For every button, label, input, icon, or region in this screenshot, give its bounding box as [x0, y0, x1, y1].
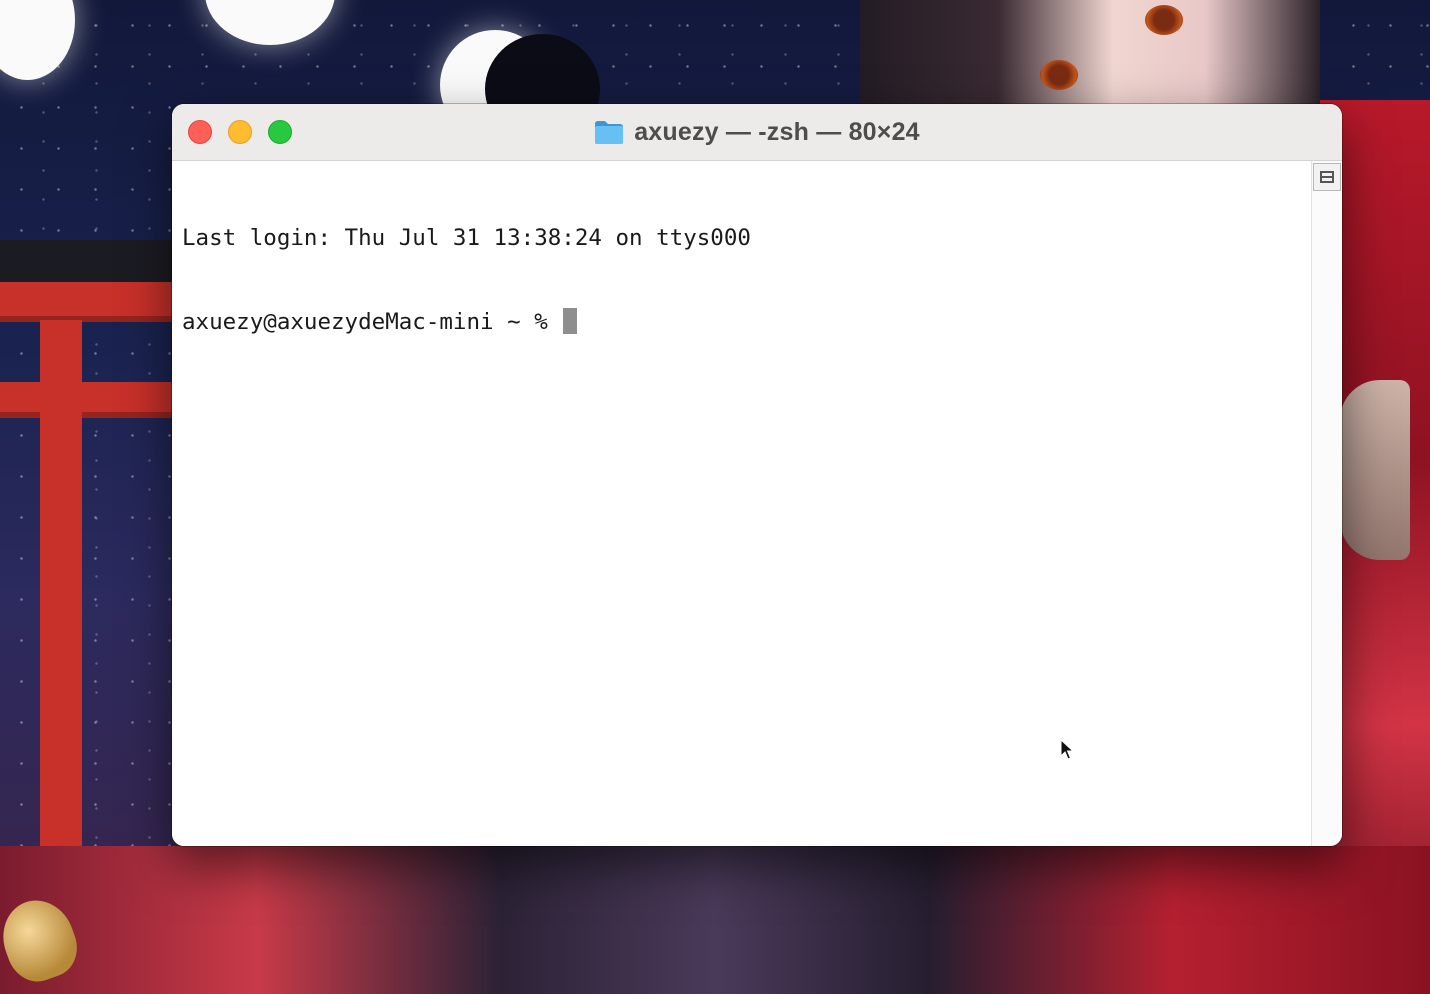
wallpaper-figure: [860, 0, 1320, 106]
wallpaper-torii-beam: [0, 382, 172, 418]
wallpaper-torii-beam: [0, 282, 172, 322]
wallpaper-torii-pillar: [40, 320, 82, 880]
folder-icon: [594, 119, 624, 145]
window-title-group: axuezy — -zsh — 80×24: [172, 104, 1342, 160]
terminal-scrollbar[interactable]: [1311, 161, 1342, 846]
mouse-pointer-icon: [1060, 739, 1074, 760]
window-titlebar[interactable]: axuezy — -zsh — 80×24: [172, 104, 1342, 161]
wallpaper-figure-eye: [1040, 60, 1078, 90]
desktop: axuezy — -zsh — 80×24 Last login: Thu Ju…: [0, 0, 1430, 994]
terminal-window[interactable]: axuezy — -zsh — 80×24 Last login: Thu Ju…: [172, 104, 1342, 846]
wallpaper-figure-ornament: [1340, 380, 1410, 560]
terminal-line-last-login: Last login: Thu Jul 31 13:38:24 on ttys0…: [182, 225, 751, 251]
terminal-output[interactable]: Last login: Thu Jul 31 13:38:24 on ttys0…: [172, 161, 1312, 846]
wallpaper-torii-top: [0, 240, 172, 285]
text-cursor: [563, 308, 578, 334]
wallpaper-bottom-scene: [0, 846, 1430, 994]
window-title: axuezy — -zsh — 80×24: [634, 117, 920, 146]
wallpaper-figure-eye: [1145, 5, 1183, 35]
shell-prompt: axuezy@axuezydeMac-mini ~ %: [182, 309, 562, 335]
split-pane-icon[interactable]: [1313, 163, 1341, 191]
terminal-line-prompt: axuezy@axuezydeMac-mini ~ %: [182, 308, 1302, 336]
